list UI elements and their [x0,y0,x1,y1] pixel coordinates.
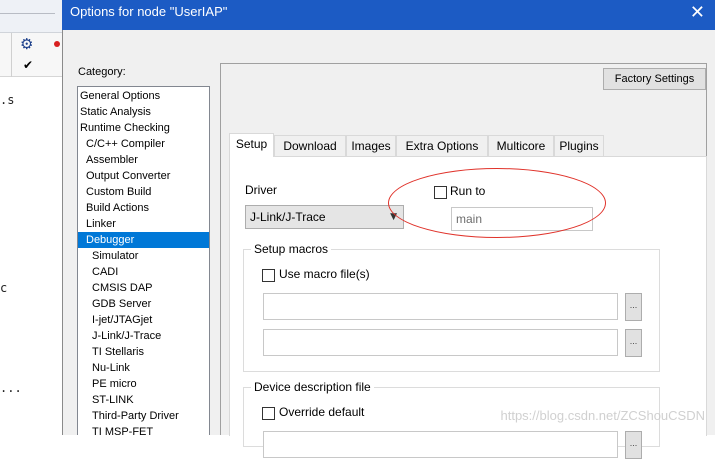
category-item-runtime-checking[interactable]: Runtime Checking [78,120,209,136]
tab-strip: Setup Download Images Extra Options Multicor… [229,133,699,157]
editor-titlebar [0,0,62,33]
category-item-cadi[interactable]: CADI [78,264,209,280]
category-item-custom-build[interactable]: Custom Build [78,184,209,200]
category-item-c-c-compiler[interactable]: C/C++ Compiler [78,136,209,152]
macro-file-1-browse-button[interactable]: ... [625,293,642,321]
tab-download[interactable]: Download [274,135,346,156]
setup-macros-title: Setup macros [251,242,332,256]
chevron-down-icon: ▼ [390,212,397,222]
driver-select-value: J-Link/J-Trace [250,210,326,224]
category-item-linker[interactable]: Linker [78,216,209,232]
macro-file-2-input[interactable] [263,329,618,356]
device-description-input[interactable] [263,431,618,458]
category-list[interactable]: General Options Static Analysis Runtime Ch… [77,86,210,435]
category-item-nu-link[interactable]: Nu-Link [78,360,209,376]
use-macro-files-checkbox[interactable] [262,269,275,282]
macro-file-2-browse-button[interactable]: ... [625,329,642,357]
category-item-st-link[interactable]: ST-LINK [78,392,209,408]
category-label: Category: [78,66,126,78]
category-item-assembler[interactable]: Assembler [78,152,209,168]
close-icon[interactable]: ✕ [690,2,705,24]
category-item-output-converter[interactable]: Output Converter [78,168,209,184]
category-item-ti-msp-fet[interactable]: TI MSP-FET [78,424,209,435]
options-dialog: Options for node "UserIAP" ✕ Category: G… [62,0,715,459]
driver-select[interactable]: J-Link/J-Trace ▼ [245,205,404,229]
options-panel: Factory Settings Setup Download Images Extr… [220,63,707,459]
dialog-title: Options for node "UserIAP" [70,4,228,19]
tab-plugins[interactable]: Plugins [554,135,604,156]
run-to-input[interactable]: main [451,207,593,231]
category-item-pe-micro[interactable]: PE micro [78,376,209,392]
run-to-checkbox[interactable] [434,186,447,199]
category-item-gdb-server[interactable]: GDB Server [78,296,209,312]
category-item-third-party-driver[interactable]: Third-Party Driver [78,408,209,424]
breakpoint-dot-icon [54,41,60,47]
checkmark-icon: ✔ [23,58,34,72]
code-fragment: ... [0,381,22,395]
tab-multicore[interactable]: Multicore [488,135,554,156]
factory-settings-button[interactable]: Factory Settings [603,68,706,90]
device-description-browse-button[interactable]: ... [625,431,642,459]
override-default-checkbox[interactable] [262,407,275,420]
run-to-label: Run to [450,184,486,198]
category-item-build-actions[interactable]: Build Actions [78,200,209,216]
category-item-debugger[interactable]: Debugger [78,232,209,248]
category-item-i-jet-jtagjet[interactable]: I-jet/JTAGjet [78,312,209,328]
gear-icon[interactable]: ⚙ [20,36,36,52]
code-fragment: c [0,281,8,295]
category-item-j-link-j-trace[interactable]: J-Link/J-Trace [78,328,209,344]
macro-file-1-input[interactable] [263,293,618,320]
dialog-titlebar[interactable]: Options for node "UserIAP" ✕ [62,0,715,30]
background-editor: ⚙ ✔ .s c ... [0,0,62,435]
driver-label: Driver [245,183,277,197]
device-description-title: Device description file [251,380,374,394]
category-item-ti-stellaris[interactable]: TI Stellaris [78,344,209,360]
override-default-label: Override default [279,405,365,419]
code-fragment: .s [0,93,15,107]
category-item-simulator[interactable]: Simulator [78,248,209,264]
use-macro-files-label: Use macro file(s) [279,267,370,281]
category-item-cmsis-dap[interactable]: CMSIS DAP [78,280,209,296]
category-item-general-options[interactable]: General Options [78,88,209,104]
setup-tab-body: Driver J-Link/J-Trace ▼ Run to main Setu… [229,156,707,459]
category-item-static-analysis[interactable]: Static Analysis [78,104,209,120]
tab-extra-options[interactable]: Extra Options [396,135,488,156]
tab-setup[interactable]: Setup [229,133,274,157]
tab-images[interactable]: Images [346,135,396,156]
